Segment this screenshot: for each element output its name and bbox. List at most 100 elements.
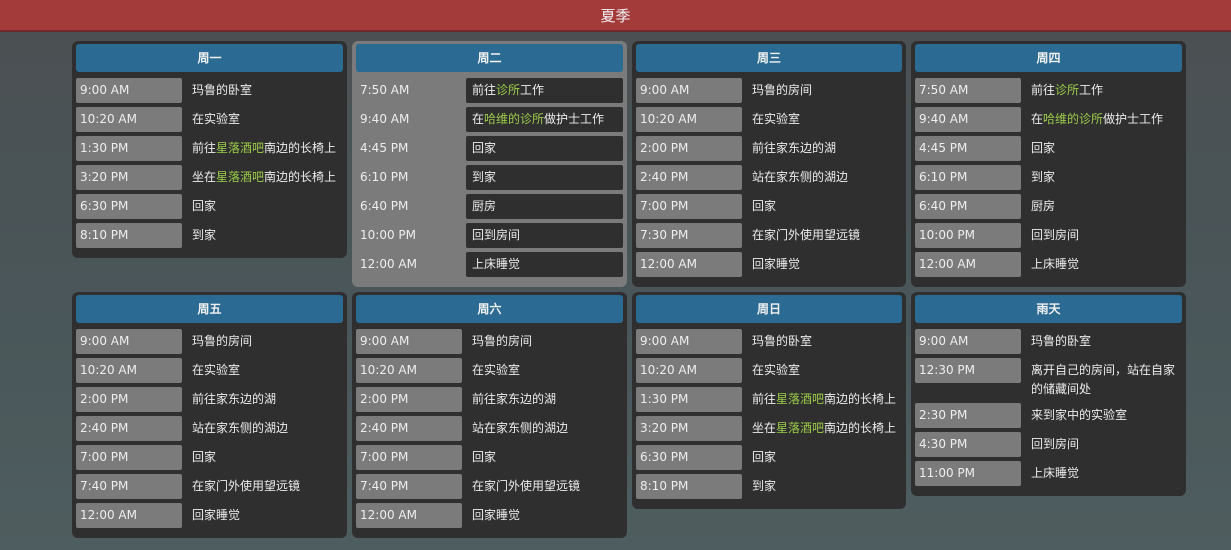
- description-text: 回家: [192, 199, 217, 213]
- description-text: 玛鲁的卧室: [1031, 334, 1092, 348]
- day-title: 雨天: [915, 295, 1182, 323]
- schedule-description: 在家门外使用望远镜: [746, 223, 902, 248]
- schedule-row: 7:40 PM 在家门外使用望远镜: [356, 474, 623, 499]
- schedule-time: 12:00 AM: [360, 257, 417, 271]
- schedule-row: 10:00 PM 回到房间: [915, 223, 1182, 248]
- schedule-time: 12:00 AM: [356, 503, 462, 528]
- schedule-row: 7:40 PM 在家门外使用望远镜: [76, 474, 343, 499]
- day-card: 周日 9:00 AM 玛鲁的卧室 10:20 AM 在实验室 1:30 PM 前往星落酒吧南…: [632, 292, 906, 509]
- schedule-description: 在哈维的诊所做护士工作: [466, 107, 623, 132]
- schedule-row: 7:00 PM 回家: [76, 445, 343, 470]
- schedule-description: 回到房间: [1025, 432, 1182, 457]
- description-text: 前往: [752, 392, 777, 406]
- schedule-time: 9:00 AM: [636, 78, 742, 103]
- schedule-time: 10:20 AM: [636, 107, 742, 132]
- schedule-time: 6:40 PM: [360, 199, 409, 213]
- schedule-time: 9:40 AM: [915, 107, 1021, 132]
- description-text: 到家: [472, 170, 497, 184]
- schedule-description: 前往家东边的湖: [186, 387, 343, 412]
- description-text: 厨房: [472, 199, 497, 213]
- schedule-description: 回到房间: [1025, 223, 1182, 248]
- schedule-row: 7:30 PM 在家门外使用望远镜: [636, 223, 902, 248]
- schedule-description: 在实验室: [466, 358, 623, 383]
- description-text: 站在家东侧的湖边: [752, 170, 849, 184]
- schedule-row: 9:00 AM 玛鲁的房间: [636, 78, 902, 103]
- schedule-time: 10:20 AM: [356, 358, 462, 383]
- description-text: 回家: [1031, 141, 1056, 155]
- schedule-row: 10:20 AM 在实验室: [76, 107, 343, 132]
- schedule-description: 到家: [1025, 165, 1182, 190]
- description-text: 回家睡觉: [192, 508, 241, 522]
- schedule-time: 4:45 PM: [915, 136, 1021, 161]
- description-text: 玛鲁的卧室: [192, 83, 253, 97]
- description-text: 玛鲁的房间: [752, 83, 813, 97]
- description-text: 上床睡觉: [1031, 466, 1080, 480]
- description-text: 回家: [752, 199, 777, 213]
- schedule-description: 在实验室: [746, 107, 902, 132]
- schedule-description: 在实验室: [186, 358, 343, 383]
- schedule-description: 上床睡觉: [1025, 461, 1182, 486]
- schedule-time: 9:40 AM: [360, 112, 410, 126]
- schedule-row: 1:30 PM 前往星落酒吧南边的长椅上: [76, 136, 343, 161]
- location-link: 诊所: [1055, 83, 1080, 97]
- schedule-description: 回到房间: [466, 223, 623, 248]
- schedule-row: 4:45 PM 回家: [915, 136, 1182, 161]
- schedule-time: 6:40 PM: [915, 194, 1021, 219]
- description-text: 在家门外使用望远镜: [192, 479, 301, 493]
- description-text: 前往家东边的湖: [192, 392, 277, 406]
- day-card: 周四 7:50 AM 前往诊所工作 9:40 AM 在哈维的诊所做护士工作 4:45 PM…: [911, 41, 1186, 287]
- schedule-time: 7:40 PM: [76, 474, 182, 499]
- description-text: 做护士工作: [1103, 112, 1164, 126]
- schedule-time: 7:50 AM: [915, 78, 1021, 103]
- schedule-row: 10:00 PM 回到房间: [356, 223, 623, 248]
- schedule-description: 到家: [466, 165, 623, 190]
- schedule-description: 在实验室: [746, 358, 902, 383]
- schedule-description: 前往家东边的湖: [466, 387, 623, 412]
- schedule-time: 6:10 PM: [360, 170, 409, 184]
- schedule-row: 2:00 PM 前往家东边的湖: [636, 136, 902, 161]
- schedule-row: 9:40 AM 在哈维的诊所做护士工作: [356, 107, 623, 132]
- schedule-description: 玛鲁的卧室: [1025, 329, 1182, 354]
- description-text: 上床睡觉: [472, 257, 521, 271]
- description-text: 前往: [1031, 83, 1056, 97]
- schedule-time: 10:20 AM: [76, 358, 182, 383]
- schedule-description: 回家睡觉: [466, 503, 623, 528]
- description-text: 来到家中的实验室: [1031, 408, 1128, 422]
- description-text: 在: [472, 112, 485, 126]
- schedule-time: 1:30 PM: [636, 387, 742, 412]
- location-link: 星落酒吧: [216, 170, 265, 184]
- schedule-row: 6:40 PM 厨房: [356, 194, 623, 219]
- schedule-time: 2:40 PM: [636, 165, 742, 190]
- schedule-time: 7:50 AM: [360, 83, 410, 97]
- schedule-description: 到家: [186, 223, 343, 248]
- day-card: 周六 9:00 AM 玛鲁的房间 10:20 AM 在实验室 2:00 PM 前往家东边的湖…: [352, 292, 627, 538]
- description-text: 厨房: [1031, 199, 1056, 213]
- schedule-row: 2:40 PM 站在家东侧的湖边: [636, 165, 902, 190]
- schedule-row: 6:10 PM 到家: [915, 165, 1182, 190]
- schedule-description: 回家: [186, 445, 343, 470]
- schedule-time: 2:00 PM: [356, 387, 462, 412]
- schedule-time: 12:00 AM: [636, 252, 742, 277]
- schedule-description: 站在家东侧的湖边: [186, 416, 343, 441]
- schedule-row: 12:00 AM 上床睡觉: [915, 252, 1182, 277]
- description-text: 站在家东侧的湖边: [472, 421, 569, 435]
- description-text: 在家门外使用望远镜: [752, 228, 861, 242]
- description-text: 站在家东侧的湖边: [192, 421, 289, 435]
- schedule-row: 6:30 PM 回家: [636, 445, 902, 470]
- schedule-description: 玛鲁的房间: [746, 78, 902, 103]
- schedule-time: 2:30 PM: [915, 403, 1021, 428]
- description-text: 玛鲁的卧室: [752, 334, 813, 348]
- description-text: 上床睡觉: [1031, 257, 1080, 271]
- schedule-time: 8:10 PM: [76, 223, 182, 248]
- schedule-time: 9:00 AM: [356, 329, 462, 354]
- schedule-time: 1:30 PM: [76, 136, 182, 161]
- day-title: 周六: [356, 295, 623, 323]
- season-title: 夏季: [600, 6, 631, 25]
- schedule-description: 回家: [466, 445, 623, 470]
- description-text: 在实验室: [752, 363, 801, 377]
- schedule-description: 玛鲁的房间: [466, 329, 623, 354]
- description-text: 到家: [1031, 170, 1056, 184]
- schedule-description: 前往诊所工作: [466, 78, 623, 103]
- schedule-time: 9:00 AM: [636, 329, 742, 354]
- day-card: 周五 9:00 AM 玛鲁的房间 10:20 AM 在实验室 2:00 PM 前往家东边的湖…: [72, 292, 347, 538]
